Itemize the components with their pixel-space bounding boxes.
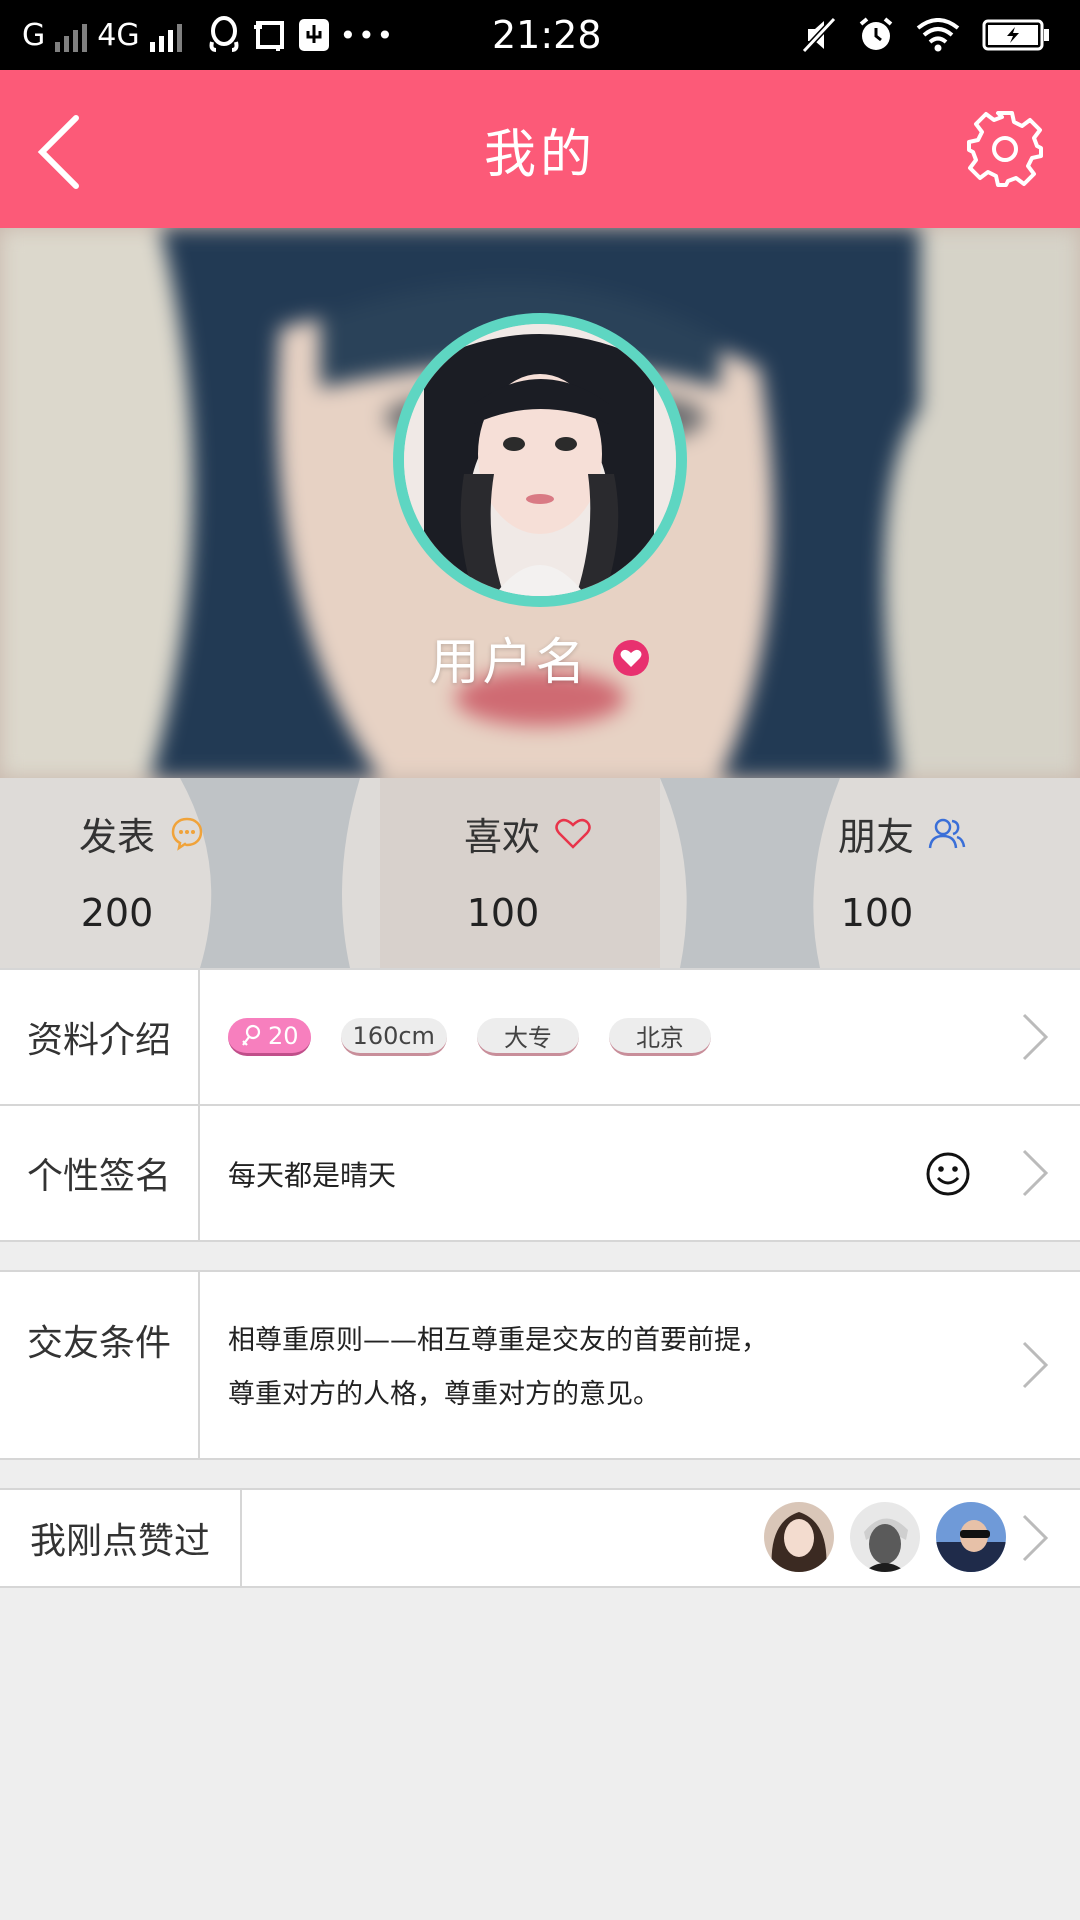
friend-criteria-card: 交友条件 相尊重原则——相互尊重是交友的首要前提， 尊重对方的人格，尊重对方的意… bbox=[0, 1270, 1080, 1460]
stat-friends-count: 100 bbox=[840, 891, 914, 935]
clock: 21:28 bbox=[492, 13, 602, 57]
stat-friends-label: 朋友 bbox=[837, 814, 914, 859]
liked-user-avatar[interactable] bbox=[764, 1502, 834, 1572]
signature-row[interactable]: 个性签名 每天都是晴天 bbox=[0, 1104, 1080, 1240]
page-title: 我的 bbox=[483, 124, 596, 185]
friend-criteria-line-2: 尊重对方的人格，尊重对方的意见。 bbox=[228, 1379, 660, 1410]
gear-icon bbox=[967, 111, 1043, 187]
smiley-icon[interactable] bbox=[925, 1151, 971, 1197]
settings-button[interactable] bbox=[960, 104, 1050, 194]
username: 用户名 bbox=[429, 633, 589, 691]
mute-icon bbox=[802, 17, 836, 53]
profile-banner: 用户名 bbox=[0, 228, 1080, 778]
age-value: 20 bbox=[268, 1021, 299, 1050]
usb-debug-icon bbox=[298, 19, 329, 51]
signal-strength-icon bbox=[149, 18, 182, 52]
stat-posts-count: 200 bbox=[80, 891, 154, 935]
screenshot-icon bbox=[253, 21, 284, 51]
alarm-icon bbox=[859, 17, 893, 50]
battery-charging-icon bbox=[982, 19, 1049, 51]
education-tag: 大专 bbox=[476, 1018, 579, 1056]
app-header: 我的 bbox=[0, 70, 1080, 228]
friend-criteria-label: 交友条件 bbox=[0, 1272, 200, 1458]
more-icon: ••• bbox=[339, 18, 396, 52]
status-left: G 4G ••• bbox=[22, 0, 395, 70]
stats-bar: 发表 200 喜欢 100 朋友 100 bbox=[0, 778, 1080, 968]
friend-criteria-label-text: 交友条件 bbox=[26, 1323, 171, 1364]
female-icon bbox=[242, 1024, 261, 1046]
stat-posts[interactable]: 发表 200 bbox=[0, 778, 292, 968]
chevron-right-icon bbox=[1022, 1013, 1049, 1061]
signature-label: 个性签名 bbox=[0, 1106, 200, 1240]
signature-text: 每天都是晴天 bbox=[228, 1159, 397, 1192]
status-bar: G 4G ••• 21:28 bbox=[0, 0, 1080, 70]
stat-posts-label: 发表 bbox=[78, 814, 155, 859]
friend-criteria-line-1: 相尊重原则——相互尊重是交友的首要前提， bbox=[228, 1325, 768, 1356]
liked-user-avatar[interactable] bbox=[850, 1502, 920, 1572]
age-tag: 20 bbox=[228, 1018, 311, 1056]
stat-likes[interactable]: 喜欢 100 bbox=[378, 778, 678, 968]
friends-icon bbox=[928, 818, 966, 849]
recent-likes-row[interactable]: 我刚点赞过 bbox=[0, 1490, 1080, 1586]
profile-tags: 20 160cm 大专 北京 bbox=[228, 1018, 711, 1056]
signal-icon bbox=[55, 18, 88, 52]
avatar bbox=[404, 324, 676, 596]
recent-likes-card: 我刚点赞过 bbox=[0, 1488, 1080, 1588]
city-tag: 北京 bbox=[608, 1018, 711, 1056]
network-label: 4G bbox=[97, 17, 140, 53]
stat-friends[interactable]: 朋友 100 bbox=[752, 778, 1052, 968]
friend-criteria-text: 相尊重原则——相互尊重是交友的首要前提， 尊重对方的人格，尊重对方的意见。 bbox=[228, 1314, 768, 1422]
friend-criteria-row[interactable]: 交友条件 相尊重原则——相互尊重是交友的首要前提， 尊重对方的人格，尊重对方的意… bbox=[0, 1272, 1080, 1458]
chevron-right-icon bbox=[1022, 1341, 1049, 1389]
recent-likes-label: 我刚点赞过 bbox=[0, 1490, 242, 1586]
stat-likes-count: 100 bbox=[466, 891, 540, 935]
liked-user-avatar[interactable] bbox=[936, 1502, 1006, 1572]
username-row: 用户名 bbox=[0, 623, 1080, 693]
chevron-right-icon bbox=[1022, 1149, 1049, 1197]
profile-info-label: 资料介绍 bbox=[0, 970, 200, 1104]
qq-icon bbox=[209, 16, 239, 52]
chevron-left-icon bbox=[37, 115, 79, 189]
avatar-image bbox=[404, 324, 676, 596]
avatar-ring[interactable] bbox=[393, 313, 687, 607]
stat-likes-label: 喜欢 bbox=[463, 814, 540, 859]
chevron-right-icon bbox=[1022, 1514, 1049, 1562]
height-tag: 160cm bbox=[340, 1018, 447, 1056]
carrier-label: G bbox=[22, 17, 46, 53]
heart-badge-icon bbox=[612, 640, 649, 676]
back-button[interactable] bbox=[30, 104, 120, 194]
profile-details-card: 资料介绍 20 160cm 大专 北京 个性签名 每天都是晴天 bbox=[0, 968, 1080, 1242]
heart-outline-icon bbox=[555, 818, 591, 849]
status-right bbox=[802, 0, 1050, 70]
profile-info-row[interactable]: 资料介绍 20 160cm 大专 北京 bbox=[0, 970, 1080, 1104]
chat-bubble-icon bbox=[171, 817, 203, 851]
wifi-icon bbox=[916, 18, 960, 52]
